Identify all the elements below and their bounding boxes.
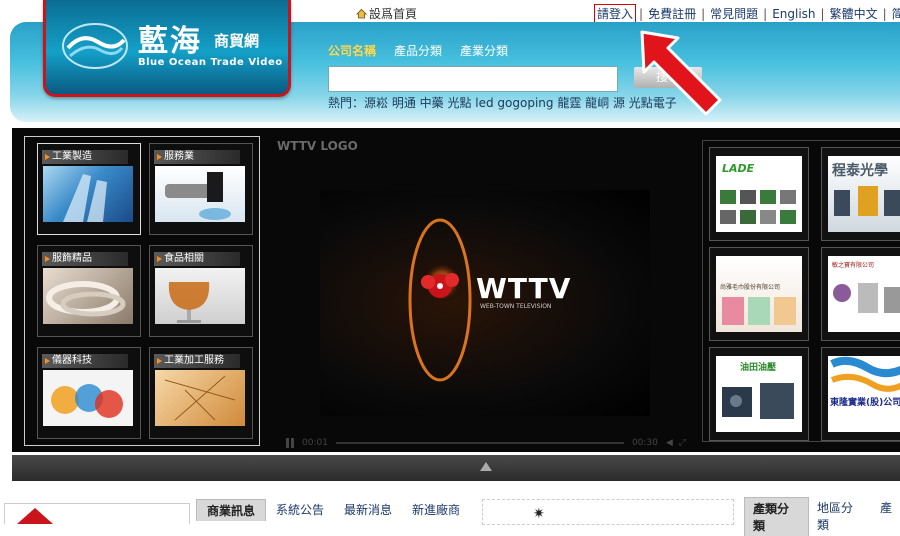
hot-keywords: 熱門：源崧 明通 中藥 光點 led gogoping 龍霆 龍峒 源 光點電子 <box>328 94 677 111</box>
ad-tile[interactable]: 程泰光學 <box>821 147 900 241</box>
category-panel: 工業製造 服務業 服飾精品 食品相關 儀器科技 工業加工服務 <box>24 136 260 446</box>
search-input[interactable] <box>328 66 618 92</box>
tab-latest-news[interactable]: 最新消息 <box>334 499 402 521</box>
category-label: 食品相關 <box>154 252 240 266</box>
ad-text: 油田油壓 <box>740 363 777 373</box>
collapse-arrow-icon[interactable] <box>480 462 492 471</box>
logo-name-cn-suffix: 商貿網 <box>214 32 260 50</box>
ad-green-machinery: LADE <box>716 156 802 232</box>
category-services[interactable]: 服務業 <box>149 143 253 235</box>
ad-tile[interactable]: 尚雅毛巾股份有限公司 <box>709 247 809 341</box>
faq-link[interactable]: 常見問題 <box>705 5 763 22</box>
star-icon: ✷ <box>533 506 545 522</box>
fullscreen-icon[interactable]: ⤢ <box>679 438 686 448</box>
home-icon <box>356 8 367 19</box>
ad-medical-equipment: 敏之寶有限公司 <box>828 256 900 332</box>
ad-towel: 尚雅毛巾股份有限公司 <box>716 256 802 332</box>
ad-text: 尚雅毛巾股份有限公司 <box>720 284 781 291</box>
set-homepage-link[interactable]: 設爲首頁 <box>356 5 417 22</box>
category-label: 工業加工服務 <box>154 354 240 368</box>
top-links: 請登入 | 免費註冊 | 常見問題 | English | 繁體中文 | 简 <box>594 4 900 23</box>
category-label: 工業製造 <box>42 150 128 164</box>
faucet-image <box>155 166 245 222</box>
svg-text:LADE: LADE <box>722 162 755 175</box>
blueprint-image <box>155 370 245 426</box>
hot-keywords-label: 熱門： <box>328 96 365 110</box>
ad-tile[interactable]: LADE <box>709 147 809 241</box>
video-title: WTTV LOGO <box>277 139 358 153</box>
collapse-bar[interactable] <box>12 455 900 481</box>
ad-hydraulic: 油田油壓 <box>716 356 802 432</box>
site-logo[interactable]: 藍海 商貿網 Blue Ocean Trade Video <box>43 0 291 97</box>
notice-box: ✷ <box>482 499 734 525</box>
red-arrow-icon <box>640 30 722 116</box>
category-industrial-processing[interactable]: 工業加工服務 <box>149 347 253 439</box>
video-controls: 00:01 00:30 ◀ ⤢ <box>276 436 686 450</box>
test-tubes-image <box>43 370 133 426</box>
ad-tile[interactable]: 油田油壓 <box>709 347 809 441</box>
login-link[interactable]: 請登入 <box>594 4 637 23</box>
brandy-glass-image <box>155 268 245 324</box>
partner-logo[interactable] <box>4 503 190 524</box>
pause-icon[interactable] <box>286 438 296 448</box>
register-link[interactable]: 免費註冊 <box>643 5 701 22</box>
ad-cheng-tai-optics: 程泰光學 <box>828 156 900 232</box>
category-food[interactable]: 食品相關 <box>149 245 253 337</box>
ad-tile[interactable]: 東隆實業(股)公司 <box>821 347 900 441</box>
search-tab-industry[interactable]: 產業分類 <box>460 42 508 59</box>
traditional-chinese-link[interactable]: 繁體中文 <box>825 5 883 22</box>
time-current: 00:01 <box>302 438 328 448</box>
video-brand: WTTV <box>476 272 572 305</box>
tab-product-category[interactable]: 產類分類 <box>744 497 809 536</box>
logo-name-en: Blue Ocean Trade Video <box>138 57 283 68</box>
category-label: 服飾精品 <box>42 252 128 266</box>
time-total: 00:30 <box>631 438 658 448</box>
ad-text: 敏之寶有限公司 <box>832 262 875 269</box>
category-label: 服務業 <box>154 150 240 164</box>
red-triangle-icon <box>17 508 53 524</box>
ad-text: 東隆實業(股)公司 <box>830 398 900 408</box>
ad-text: 程泰光學 <box>832 163 888 179</box>
category-industrial[interactable]: 工業製造 <box>37 143 141 235</box>
category-instruments[interactable]: 儀器科技 <box>37 347 141 439</box>
tab-new-vendors[interactable]: 新進廠商 <box>402 499 470 521</box>
video-tagline: WEB-TOWN TELEVISION <box>480 303 552 310</box>
hot-keywords-list[interactable]: 源崧 明通 中藥 光點 led gogoping 龍霆 龍峒 源 光點電子 <box>364 96 677 110</box>
tab-industry-category[interactable]: 產 <box>872 497 900 536</box>
video-player[interactable]: WTTV WEB-TOWN TELEVISION <box>320 190 650 416</box>
search-tab-product[interactable]: 產品分類 <box>394 42 442 59</box>
news-tabs: 商業訊息 系統公告 最新消息 新進廠商 <box>196 499 470 521</box>
search-tabs: 公司名稱 產品分類 產業分類 <box>328 42 508 59</box>
tab-business-info[interactable]: 商業訊息 <box>196 499 267 521</box>
volume-icon[interactable]: ◀ <box>666 438 673 448</box>
search-tab-company[interactable]: 公司名稱 <box>328 42 376 59</box>
tab-region-category[interactable]: 地區分類 <box>809 497 872 536</box>
building-image <box>43 166 133 222</box>
simplified-chinese-link[interactable]: 简 <box>887 5 900 22</box>
jewelry-image <box>43 268 133 324</box>
featured-ads-panel: LADE 程泰光學 尚雅毛巾股份有限公司 敏之寶有限公司 油田油壓 東隆實業(股… <box>702 140 900 442</box>
category-fashion[interactable]: 服飾精品 <box>37 245 141 337</box>
set-homepage-label: 設爲首頁 <box>369 7 418 21</box>
ad-dong-lin: 東隆實業(股)公司 <box>828 356 900 432</box>
ad-tile[interactable]: 敏之寶有限公司 <box>821 247 900 341</box>
seek-bar[interactable] <box>335 442 624 444</box>
wave-logo-icon <box>62 23 128 69</box>
english-link[interactable]: English <box>767 7 820 21</box>
category-tabs: 產類分類 地區分類 產 <box>744 497 900 536</box>
logo-name-cn: 藍海 <box>138 24 202 59</box>
tab-system-notice[interactable]: 系統公告 <box>266 499 334 521</box>
category-label: 儀器科技 <box>42 354 128 368</box>
